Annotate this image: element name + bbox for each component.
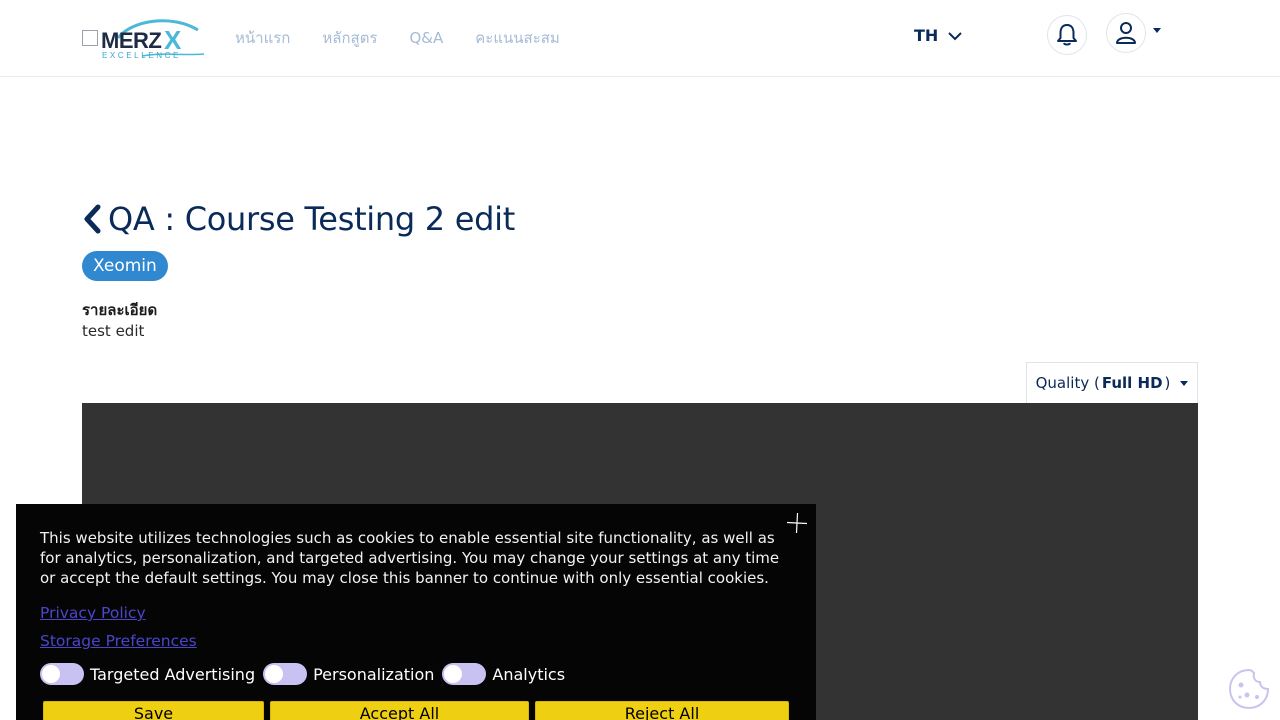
- language-label: TH: [914, 26, 939, 45]
- account-dropdown-caret-icon[interactable]: [1153, 28, 1161, 33]
- detail-label: รายละเอียด: [82, 301, 158, 319]
- cookie-banner: This website utilizes technologies such …: [16, 504, 816, 720]
- analytics-label: Analytics: [492, 664, 566, 684]
- page-title: QA : Course Testing 2 edit: [108, 200, 515, 238]
- broken-image-icon: [82, 30, 98, 46]
- product-badge: Xeomin: [82, 251, 168, 281]
- detail-text: test edit: [82, 322, 145, 340]
- reject-all-button[interactable]: Reject All: [535, 701, 789, 720]
- quality-suffix: ): [1164, 374, 1171, 392]
- accept-all-button[interactable]: Accept All: [270, 701, 529, 720]
- chevron-left-icon[interactable]: [82, 204, 102, 234]
- chevron-down-icon: [948, 31, 963, 40]
- quality-prefix: Quality (: [1035, 374, 1100, 392]
- bell-icon: [1057, 24, 1077, 46]
- site-header: MERZ X EXCELLENCE หน้าแรก หลักสูตร Q&A ค…: [0, 0, 1280, 77]
- nav-points[interactable]: คะแนนสะสม: [475, 27, 560, 49]
- cookie-message: This website utilizes technologies such …: [40, 529, 780, 587]
- logo-tagline: EXCELLENCE: [102, 51, 181, 60]
- notifications-button[interactable]: [1047, 15, 1087, 55]
- personalization-toggle[interactable]: [263, 663, 308, 685]
- targeted-advertising-label: Targeted Advertising: [90, 664, 256, 684]
- main-nav: หน้าแรก หลักสูตร Q&A คะแนนสะสม: [235, 27, 592, 49]
- caret-down-icon: [1180, 380, 1189, 386]
- cookie-toggles: Targeted Advertising Personalization Ana…: [40, 663, 573, 685]
- personalization-label: Personalization: [313, 664, 435, 684]
- nav-courses[interactable]: หลักสูตร: [322, 27, 377, 49]
- quality-selector[interactable]: Quality (Full HD): [1026, 362, 1198, 403]
- targeted-advertising-toggle[interactable]: [40, 663, 84, 685]
- quality-value: Full HD: [1101, 374, 1163, 392]
- user-icon: [1116, 22, 1136, 44]
- nav-home[interactable]: หน้าแรก: [235, 27, 290, 49]
- merz-logo[interactable]: MERZ X EXCELLENCE: [82, 16, 204, 60]
- storage-preferences-link[interactable]: Storage Preferences: [40, 632, 197, 650]
- cookie-settings-icon[interactable]: [1227, 667, 1271, 711]
- save-button[interactable]: Save: [43, 701, 264, 720]
- language-selector[interactable]: TH: [914, 26, 963, 45]
- account-button[interactable]: [1106, 13, 1146, 53]
- page-title-row: QA : Course Testing 2 edit: [82, 200, 515, 238]
- analytics-toggle[interactable]: [442, 663, 487, 685]
- privacy-policy-link[interactable]: Privacy Policy: [40, 604, 146, 622]
- nav-qa[interactable]: Q&A: [410, 27, 444, 49]
